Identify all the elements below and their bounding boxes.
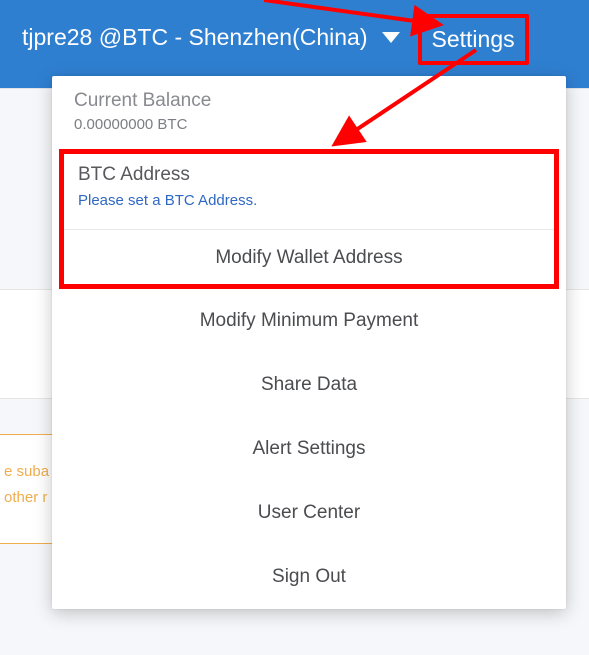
- modify-wallet-address-item[interactable]: Modify Wallet Address: [64, 230, 554, 284]
- settings-button[interactable]: Settings: [418, 14, 529, 65]
- top-header: tjpre28 @BTC - Shenzhen(China) Settings: [0, 0, 589, 88]
- balance-section: Current Balance 0.00000000 BTC: [52, 76, 566, 147]
- account-dropdown[interactable]: tjpre28 @BTC - Shenzhen(China): [16, 18, 406, 57]
- btc-address-message: Please set a BTC Address.: [78, 192, 540, 209]
- balance-label: Current Balance: [74, 90, 544, 112]
- btc-address-highlight-block: BTC Address Please set a BTC Address. Mo…: [59, 149, 559, 289]
- balance-value: 0.00000000 BTC: [74, 116, 544, 133]
- sign-out-item[interactable]: Sign Out: [52, 545, 566, 609]
- menu-list: Modify Minimum Payment Share Data Alert …: [52, 289, 566, 609]
- share-data-item[interactable]: Share Data: [52, 353, 566, 417]
- user-center-item[interactable]: User Center: [52, 481, 566, 545]
- btc-address-label: BTC Address: [78, 164, 540, 186]
- btc-address-section[interactable]: BTC Address Please set a BTC Address.: [64, 154, 554, 229]
- settings-dropdown-panel: Current Balance 0.00000000 BTC BTC Addre…: [52, 76, 566, 609]
- alert-settings-item[interactable]: Alert Settings: [52, 417, 566, 481]
- chevron-down-icon: [382, 32, 400, 44]
- account-label: tjpre28 @BTC - Shenzhen(China): [22, 24, 368, 51]
- settings-label: Settings: [432, 26, 515, 52]
- modify-minimum-payment-item[interactable]: Modify Minimum Payment: [52, 289, 566, 353]
